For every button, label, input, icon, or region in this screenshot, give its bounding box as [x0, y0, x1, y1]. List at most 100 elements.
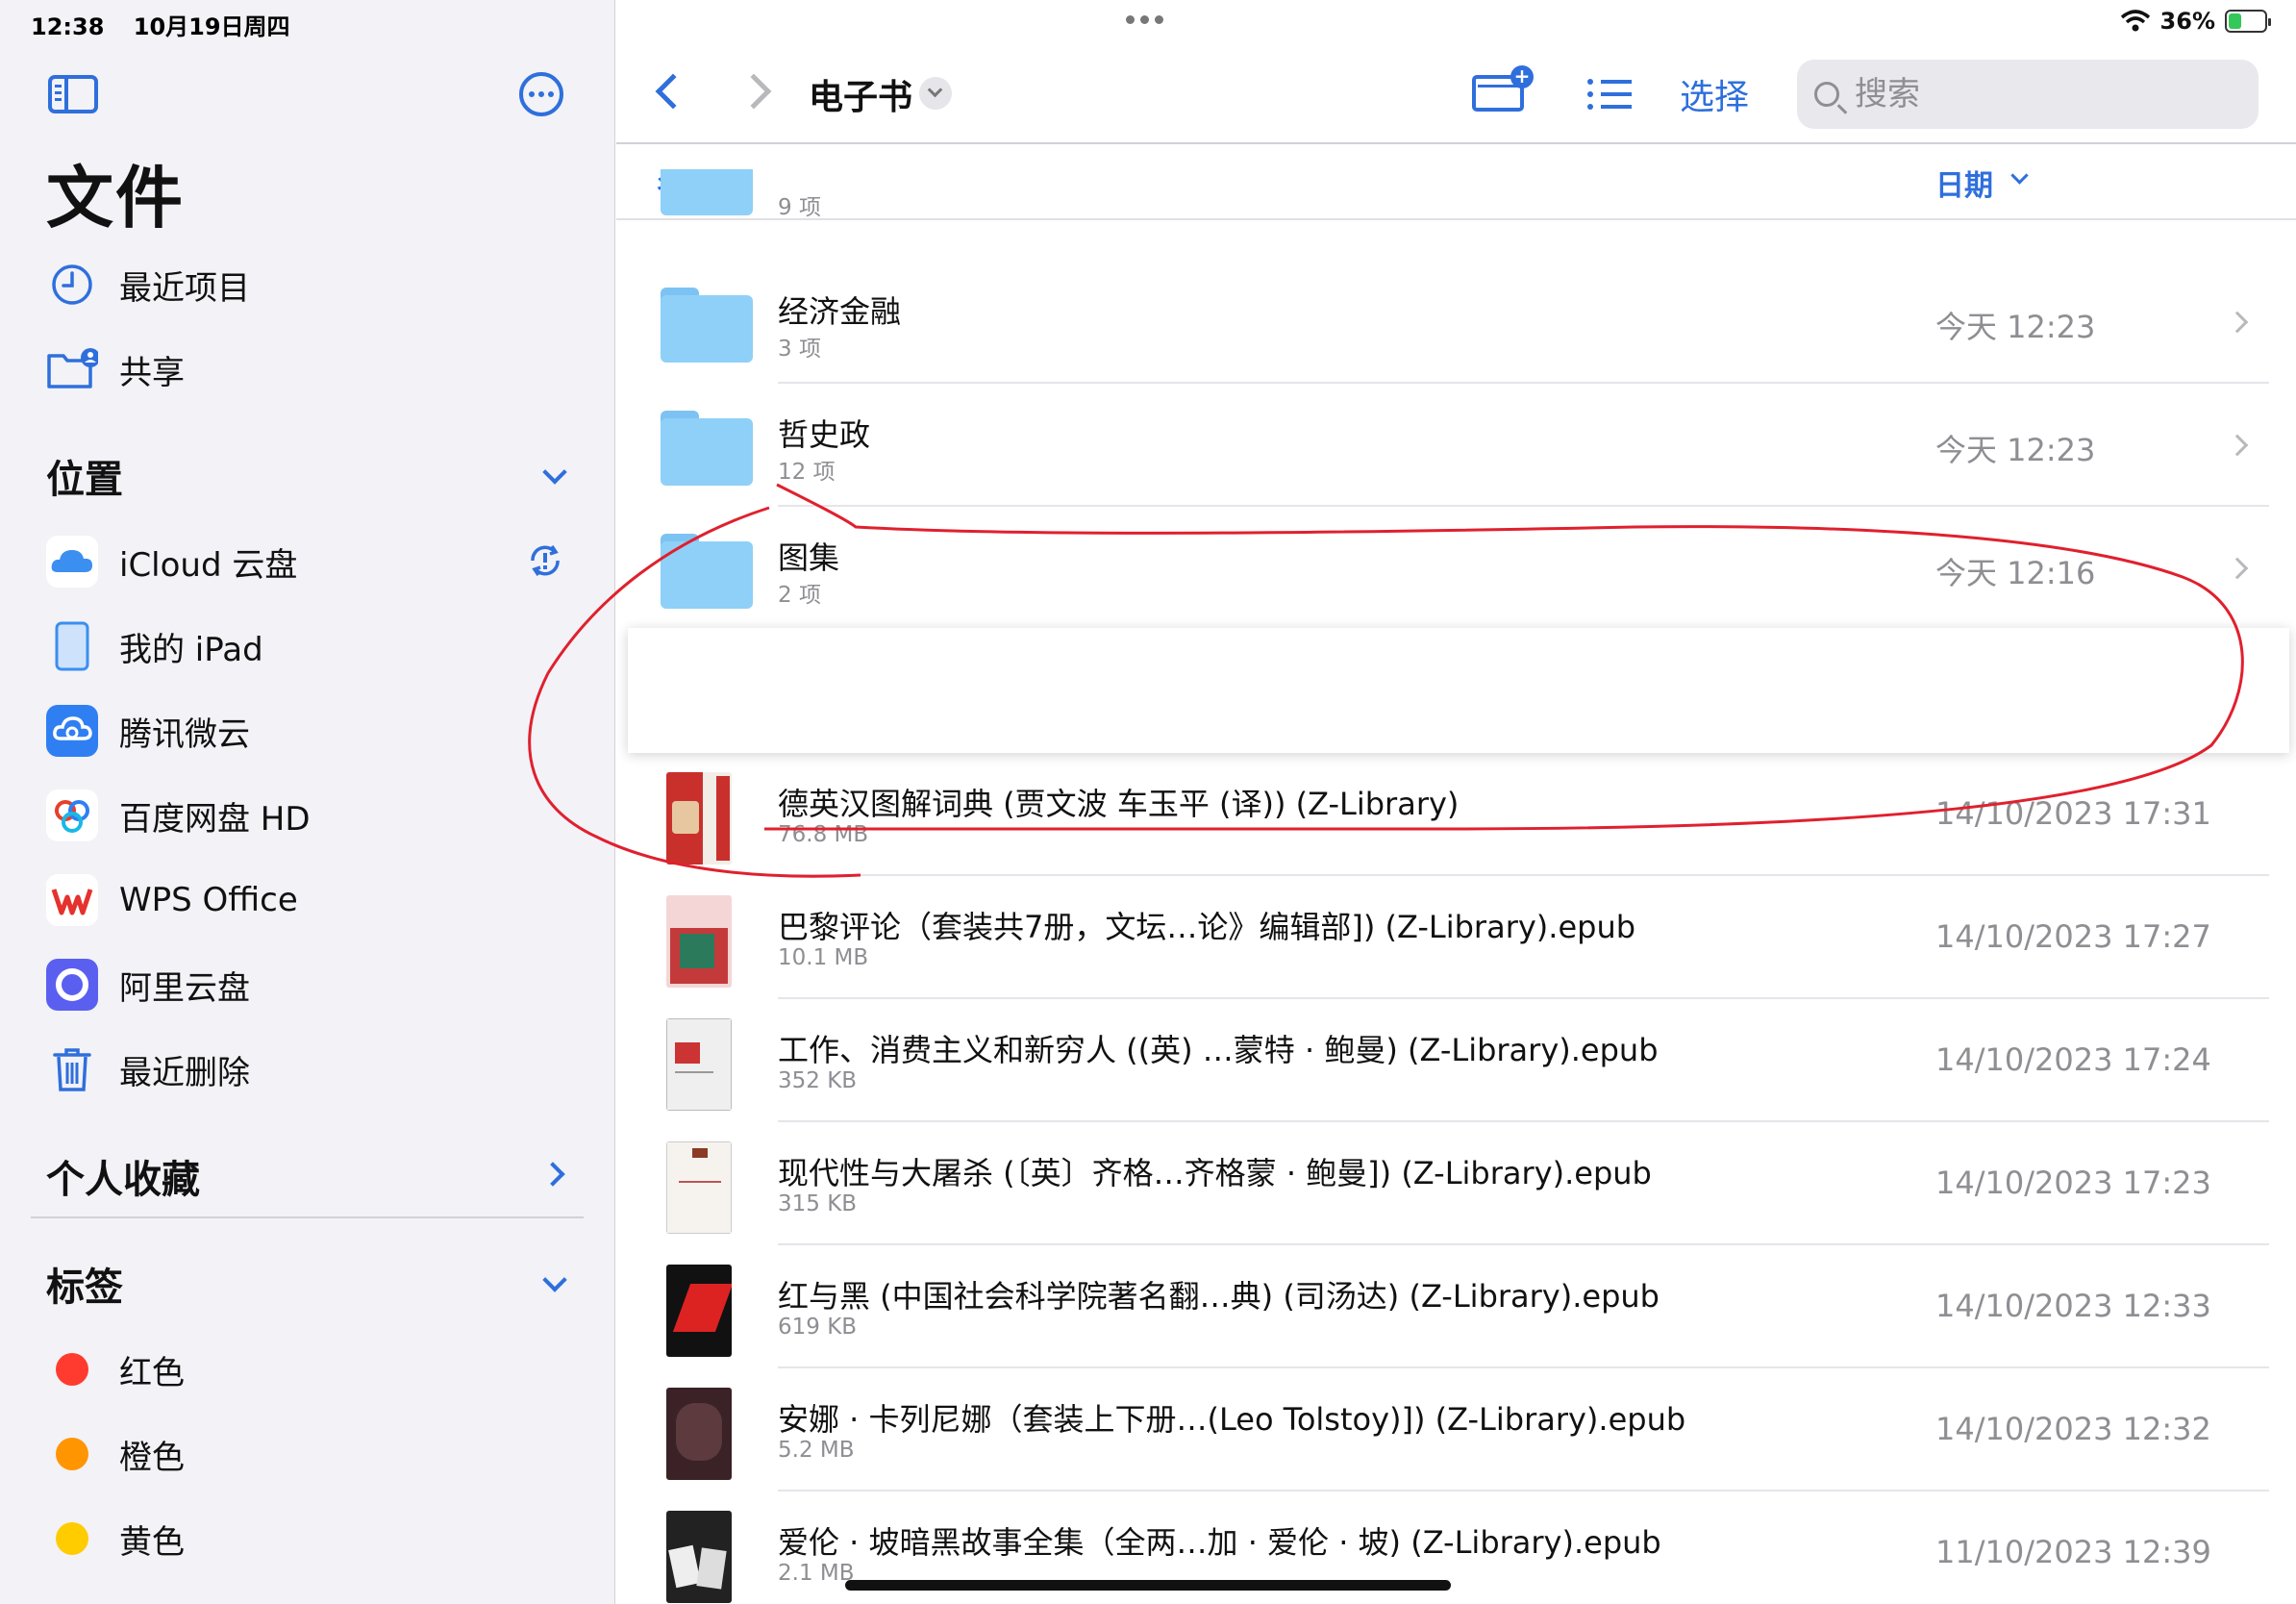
sidebar: 12:38 10月19日周四 文件 最近项目 共享 位置 iCloud 云盘 我…: [0, 0, 615, 1604]
folder-row[interactable]: 经济金融 3 项 今天 12:23: [616, 261, 2269, 384]
file-date: 14/10/2023 17:27: [1935, 918, 2211, 955]
ipad-icon: [46, 620, 98, 672]
file-date: 14/10/2023 12:33: [1935, 1288, 2211, 1324]
sidebar-item-recents[interactable]: 最近项目: [46, 256, 250, 313]
book-cover-thumbnail: [666, 1511, 732, 1603]
section-locations-title: 位置: [46, 458, 123, 502]
search-input[interactable]: [1855, 75, 2220, 113]
book-cover-thumbnail: [666, 895, 732, 988]
sidebar-item-baidu[interactable]: 百度网盘 HD: [46, 787, 311, 844]
file-date: 14/10/2023 17:31: [1935, 795, 2211, 832]
file-meta: 619 KB: [778, 1315, 858, 1340]
new-folder-icon[interactable]: +: [1472, 65, 1534, 112]
status-bar-right: 36%: [2120, 8, 2271, 35]
back-icon[interactable]: [655, 73, 691, 110]
sidebar-item-aliyun[interactable]: 阿里云盘: [46, 956, 250, 1014]
chevron-down-icon[interactable]: [542, 460, 567, 485]
file-meta: 315 KB: [778, 1191, 858, 1216]
file-name: 德英汉图解词典 (贾文波 车玉平 (译)) (Z-Library): [778, 786, 1460, 822]
tag-color-dot: [56, 1438, 88, 1470]
folder-row[interactable]: 哲史政 12 项 今天 12:23: [616, 384, 2269, 507]
search-icon: [1814, 82, 1839, 107]
folder-row[interactable]: 图集 2 项 今天 12:16: [616, 507, 2269, 630]
baidu-netdisk-icon: [46, 789, 98, 841]
book-cover-thumbnail: [666, 772, 732, 865]
book-cover-thumbnail: [666, 1388, 732, 1480]
file-meta: 2 项: [778, 583, 821, 608]
title-menu-chevron-icon[interactable]: [919, 77, 952, 110]
file-date: 11/10/2023 12:39: [1935, 1534, 2211, 1570]
file-row[interactable]: 巴黎评论（套装共7册，文坛…论》编辑部]) (Z-Library).epub 10…: [616, 876, 2269, 999]
file-name: 经济金融: [778, 293, 902, 330]
aliyun-drive-icon: [46, 959, 98, 1011]
status-time: 12:38: [31, 13, 105, 40]
sidebar-item-weiyun[interactable]: 腾讯微云: [46, 702, 250, 760]
multitasking-dots-icon[interactable]: [1126, 15, 1163, 24]
file-date: 14/10/2023 17:23: [1935, 1165, 2211, 1201]
file-name: 工作、消费主义和新穷人 ((英) …蒙特 · 鲍曼) (Z-Library).e…: [778, 1032, 1659, 1068]
shared-folder-icon: [46, 343, 98, 395]
chevron-down-icon[interactable]: [542, 1267, 567, 1292]
file-name: 巴黎评论（套装共7册，文坛…论》编辑部]) (Z-Library).epub: [778, 909, 1636, 945]
tag-color-dot: [56, 1522, 88, 1555]
book-cover-thumbnail: [666, 1018, 732, 1111]
trash-icon: [46, 1043, 98, 1095]
section-favorites-title[interactable]: 个人收藏: [46, 1148, 200, 1204]
home-indicator[interactable]: [845, 1580, 1451, 1591]
chevron-right-icon[interactable]: [540, 1162, 565, 1187]
chevron-right-icon: [2226, 557, 2249, 580]
file-name: 现代性与大屠杀 (〔英〕齐格…齐格蒙 · 鲍曼]) (Z-Library).ep…: [778, 1155, 1652, 1191]
file-row[interactable]: 德英汉图解词典 (贾文波 车玉平 (译)) (Z-Library) 76.8 MB…: [616, 753, 2269, 876]
sidebar-item-shared[interactable]: 共享: [46, 340, 185, 398]
icloud-icon: [46, 536, 98, 588]
file-row[interactable]: 现代性与大屠杀 (〔英〕齐格…齐格蒙 · 鲍曼]) (Z-Library).ep…: [616, 1122, 2269, 1245]
chevron-right-icon: [2226, 311, 2249, 334]
sidebar-tag-red[interactable]: 红色: [46, 1341, 185, 1398]
sidebar-item-recently-deleted[interactable]: 最近删除: [46, 1040, 250, 1098]
folder-icon: [661, 411, 753, 488]
list-view-icon[interactable]: [1587, 77, 1632, 112]
folder-title: 电子书: [809, 78, 913, 117]
sidebar-tag-yellow[interactable]: 黄色: [46, 1510, 185, 1567]
sidebar-item-label: 最近删除: [119, 1053, 250, 1092]
list-item[interactable]: 9 项: [616, 169, 2269, 219]
file-meta: 9 项: [778, 195, 821, 219]
file-meta: 352 KB: [778, 1068, 858, 1093]
divider: [31, 1216, 584, 1218]
folder-icon: [661, 534, 753, 611]
folder-icon: [661, 169, 753, 217]
file-date: 14/10/2023 12:32: [1935, 1411, 2211, 1447]
book-cover-thumbnail: [666, 1265, 732, 1357]
file-date: 今天 12:23: [1935, 432, 2096, 468]
sidebar-item-label: 我的 iPad: [119, 630, 263, 669]
sidebar-tag-orange[interactable]: 橙色: [46, 1425, 185, 1483]
battery-icon: [2225, 10, 2271, 33]
clock-icon: [46, 259, 98, 311]
file-date: 14/10/2023 17:24: [1935, 1041, 2211, 1078]
tag-color-dot: [56, 1353, 88, 1386]
file-row[interactable]: 红与黑 (中国社会科学院著名翻…典) (司汤达) (Z-Library).epu…: [616, 1245, 2269, 1368]
sidebar-item-label: 腾讯微云: [119, 714, 250, 754]
folder-icon: [661, 288, 753, 364]
divider: [616, 142, 2296, 144]
sidebar-item-icloud[interactable]: iCloud 云盘: [46, 533, 297, 590]
sidebar-item-label: WPS Office: [119, 881, 298, 919]
status-bar-left: 12:38 10月19日周四: [31, 8, 312, 41]
sidebar-title: 文件: [46, 159, 185, 238]
sidebar-item-label: 百度网盘 HD: [119, 799, 311, 839]
sidebar-item-wps[interactable]: WPS Office: [46, 871, 298, 929]
search-field[interactable]: [1797, 60, 2259, 129]
file-name: 红与黑 (中国社会科学院著名翻…典) (司汤达) (Z-Library).epu…: [778, 1278, 1660, 1315]
file-meta: 76.8 MB: [778, 822, 869, 847]
file-row[interactable]: 安娜 · 卡列尼娜（套装上下册…(Leo Tolstoy)]) (Z-Libra…: [616, 1368, 2269, 1491]
file-meta: 2.1 MB: [778, 1561, 855, 1586]
more-options-icon[interactable]: [519, 72, 563, 116]
sync-warning-icon[interactable]: [525, 540, 565, 581]
file-row[interactable]: 工作、消费主义和新穷人 ((英) …蒙特 · 鲍曼) (Z-Library).e…: [616, 999, 2269, 1122]
sidebar-item-my-ipad[interactable]: 我的 iPad: [46, 617, 263, 675]
sidebar-toggle-icon[interactable]: [48, 75, 98, 113]
forward-icon[interactable]: [736, 73, 772, 110]
wifi-icon: [2120, 10, 2150, 32]
file-name: 哲史政: [778, 416, 871, 453]
select-button[interactable]: 选择: [1680, 69, 1749, 119]
